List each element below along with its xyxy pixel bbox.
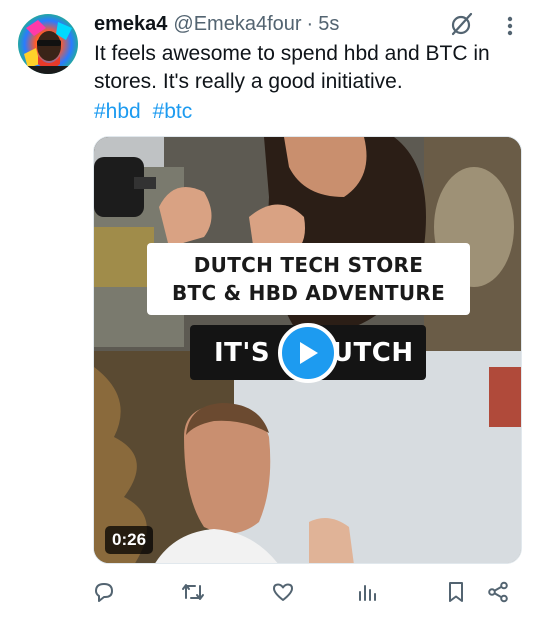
author-name[interactable]: emeka4 bbox=[94, 13, 167, 36]
hashtag-btc[interactable]: #btc bbox=[153, 100, 193, 123]
more-icon[interactable] bbox=[498, 12, 522, 40]
tweet-text: It feels awesome to spend hbd and BTC in… bbox=[94, 42, 490, 93]
views-icon[interactable] bbox=[354, 578, 380, 606]
hashtag-hbd[interactable]: #hbd bbox=[94, 100, 141, 123]
tweet-header: emeka4 @Emeka4four · 5s bbox=[94, 11, 339, 37]
video-title-line-2: BTC & HBD ADVENTURE bbox=[171, 281, 446, 305]
grok-icon[interactable] bbox=[448, 10, 476, 38]
reply-icon[interactable] bbox=[91, 578, 117, 606]
retweet-icon[interactable] bbox=[180, 578, 206, 606]
bookmark-icon[interactable] bbox=[443, 578, 469, 606]
avatar-image bbox=[18, 14, 78, 74]
video-title-card: DUTCH TECH STORE BTC & HBD ADVENTURE bbox=[147, 243, 470, 315]
timestamp[interactable]: 5s bbox=[318, 13, 339, 36]
share-icon[interactable] bbox=[485, 578, 511, 606]
separator-dot: · bbox=[306, 12, 314, 35]
video-title-line-1: DUTCH TECH STORE bbox=[193, 253, 424, 277]
author-handle[interactable]: @Emeka4four bbox=[173, 13, 301, 36]
play-button[interactable] bbox=[278, 323, 338, 383]
video-player[interactable]: DUTCH TECH STORE BTC & HBD ADVENTURE IT'… bbox=[93, 136, 522, 564]
like-icon[interactable] bbox=[270, 578, 296, 606]
hashtags: #hbd #btc bbox=[94, 98, 198, 126]
avatar[interactable] bbox=[18, 14, 78, 74]
action-bar bbox=[0, 578, 540, 608]
play-icon bbox=[300, 342, 318, 364]
video-duration: 0:26 bbox=[105, 526, 154, 554]
